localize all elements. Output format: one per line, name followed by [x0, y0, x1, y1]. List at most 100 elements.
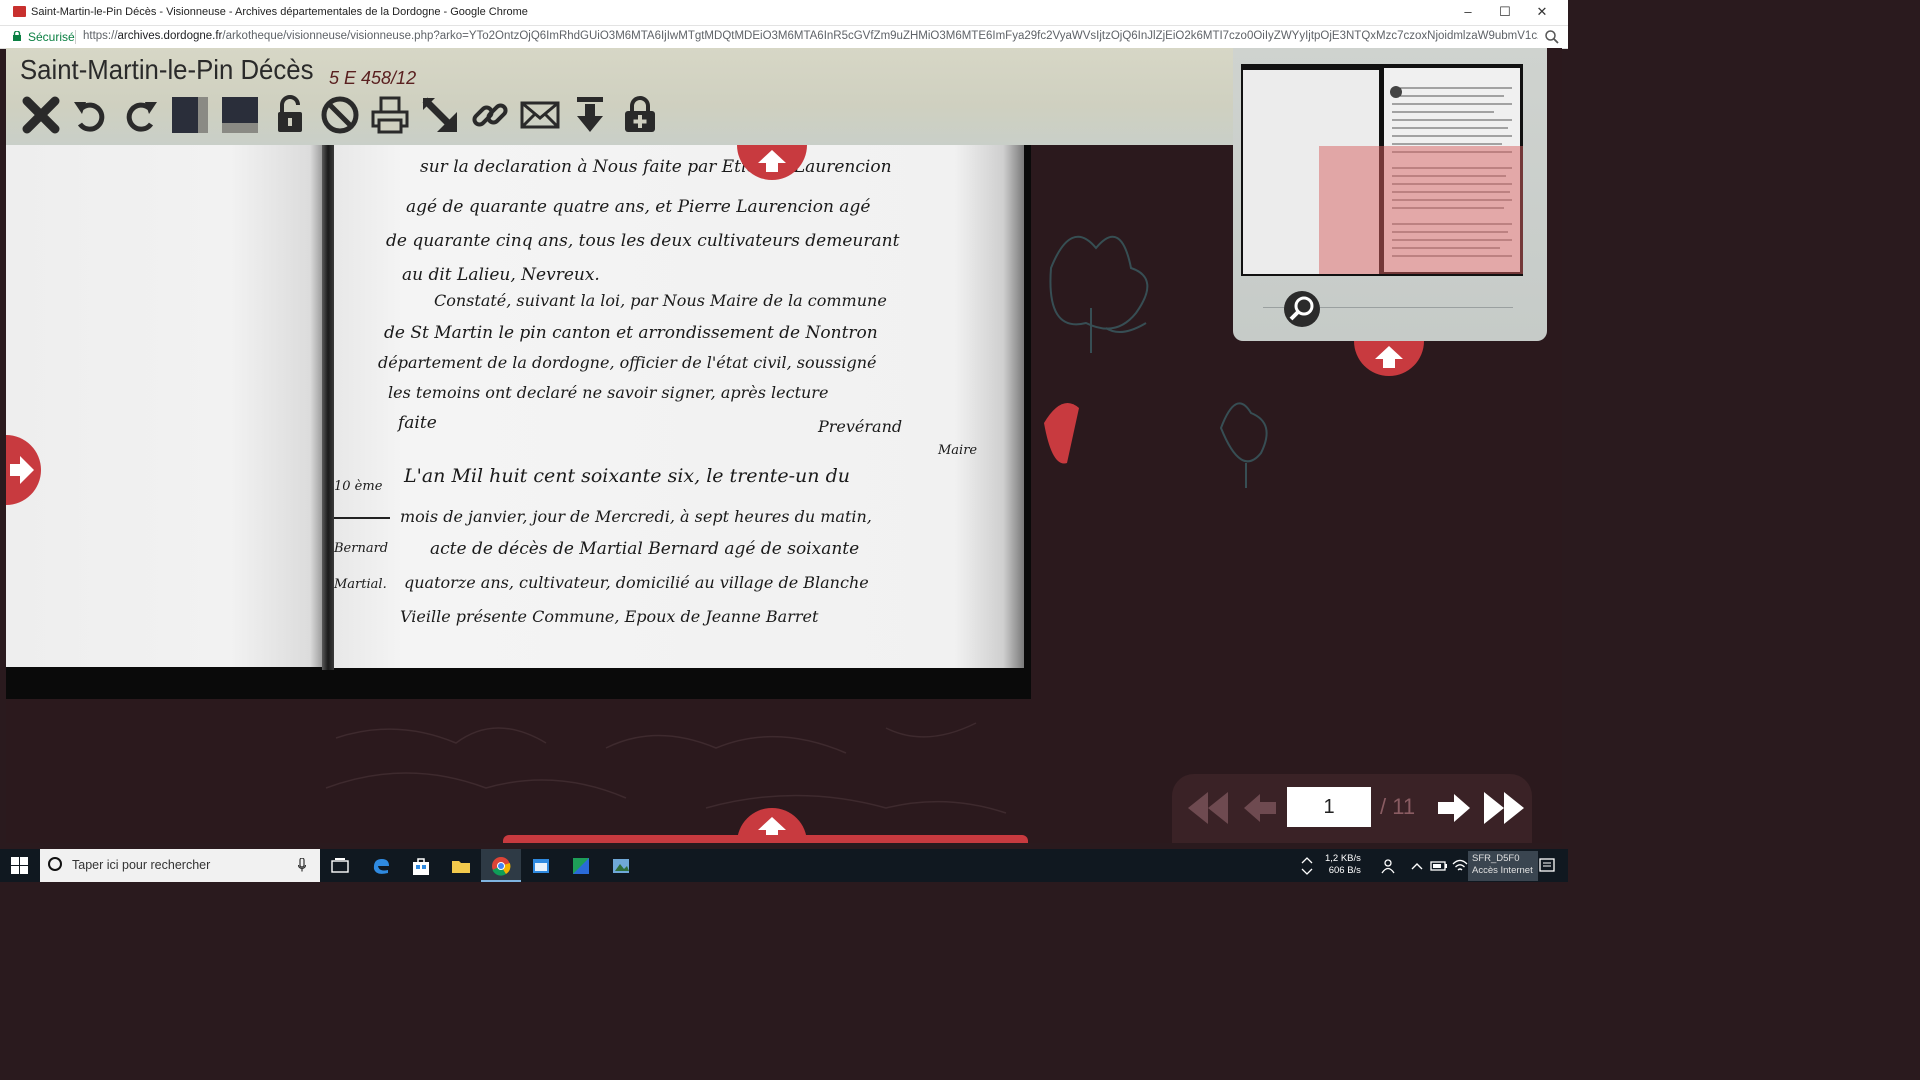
handwriting-line: de St Martin le pin canton et arrondisse…: [384, 323, 878, 343]
microphone-icon[interactable]: [298, 858, 306, 872]
url-text[interactable]: https://archives.dordogne.fr/arkotheque/…: [83, 30, 1538, 42]
window-titlebar: Saint-Martin-le-Pin Décès - Visionneuse …: [0, 0, 1568, 26]
handwriting-line: département de la dordogne, officier de …: [378, 353, 877, 372]
address-bar[interactable]: Sécurisé https://archives.dordogne.fr/ar…: [0, 26, 1568, 49]
edge-icon[interactable]: [370, 855, 392, 877]
close-window-button[interactable]: ✕: [1527, 3, 1557, 21]
margin-note: 10 ème: [334, 479, 383, 494]
document-image[interactable]: sur la declaration à Nous faite par Etie…: [6, 145, 1031, 699]
margin-note: Bernard: [334, 541, 389, 556]
handwriting-line: acte de décès de Martial Bernard agé de …: [430, 539, 860, 559]
url-scheme: https://: [83, 30, 118, 42]
pagination-bar: / 11: [1172, 774, 1532, 843]
handwriting-line: quatorze ans, cultivateur, domicilié au …: [404, 573, 869, 592]
rotate-right-button[interactable]: [119, 94, 161, 136]
first-page-icon[interactable]: [1188, 792, 1228, 824]
diagonal-arrow-icon: [422, 97, 457, 132]
handwriting-line: les temoins ont declaré ne savoir signer…: [388, 383, 829, 402]
page-total: / 11: [1380, 794, 1416, 819]
cortana-icon: [48, 857, 62, 871]
maximize-button[interactable]: ☐: [1490, 3, 1520, 21]
windows-start-icon[interactable]: [11, 857, 28, 874]
fullscreen-button[interactable]: [419, 94, 461, 136]
document-title: Saint-Martin-le-Pin Décès: [20, 54, 314, 85]
url-host: archives.dordogne.fr: [117, 30, 223, 42]
next-panel-arrow[interactable]: [6, 435, 46, 505]
network-speed: 1,2 KB/s 606 B/s: [1325, 853, 1361, 877]
notifications-icon[interactable]: [1538, 857, 1556, 875]
windows-taskbar: Taper ici pour rechercher 1,2 KB/s 606 B…: [0, 849, 1568, 882]
signature-name: Prevérand: [818, 417, 903, 436]
download-icon: [577, 97, 603, 132]
margin-note: Martial.: [334, 577, 387, 592]
link-button[interactable]: [469, 94, 511, 136]
magnifier-icon: [1289, 296, 1314, 321]
last-page-icon[interactable]: [1484, 792, 1524, 824]
book-gutter: [322, 145, 334, 670]
block-button[interactable]: [319, 94, 361, 136]
envelope-icon: [520, 101, 560, 129]
thumbnail-viewport-highlight[interactable]: [1319, 146, 1523, 274]
fit-height-button[interactable]: [169, 94, 211, 136]
no-entry-icon: [321, 96, 359, 134]
chevron-up-icon[interactable]: [1410, 860, 1424, 872]
active-task-indicator: [481, 880, 521, 882]
close-tool-button[interactable]: [20, 94, 62, 136]
left-page: [6, 145, 326, 667]
store-icon[interactable]: [410, 855, 432, 877]
handwriting-line: Constaté, suivant la loi, par Nous Maire…: [434, 291, 887, 310]
wifi-icon[interactable]: [1452, 858, 1468, 874]
fit-width-icon: [222, 97, 258, 133]
file-explorer-icon[interactable]: [450, 855, 472, 877]
page-number-input[interactable]: [1287, 787, 1371, 827]
download-button[interactable]: [569, 94, 611, 136]
handwriting-line: de quarante cinq ans, tous les deux cult…: [386, 231, 900, 251]
zoom-slider-handle[interactable]: [1284, 291, 1320, 327]
scroll-up-arrow[interactable]: [737, 145, 807, 180]
rotate-left-button[interactable]: [70, 94, 112, 136]
menu-strip: [503, 835, 1028, 843]
handwriting-line: faite: [398, 413, 437, 433]
next-page-icon[interactable]: [1438, 792, 1470, 824]
network-tooltip: SFR_D5F0 Accès Internet: [1468, 851, 1538, 881]
address-separator: [75, 30, 76, 44]
close-icon: [22, 96, 60, 134]
handwriting-line: agé de quarante quatre ans, et Pierre La…: [406, 197, 871, 217]
document-reference: 5 E 458/12: [329, 68, 417, 88]
rotate-left-icon: [74, 102, 105, 132]
secure-label: Sécurisé: [28, 30, 75, 44]
download-speed: 606 B/s: [1328, 865, 1361, 876]
handwriting-line: Vieille présente Commune, Epoux de Jeann…: [400, 607, 819, 626]
lock-icon: [13, 31, 21, 41]
fit-height-icon: [172, 97, 208, 133]
battery-icon[interactable]: [1430, 859, 1448, 873]
window-title: Saint-Martin-le-Pin Décès - Visionneuse …: [31, 6, 528, 18]
email-button[interactable]: [519, 94, 561, 136]
network-status: Accès Internet: [1472, 865, 1533, 876]
url-path: /arkotheque/visionneuse/visionneuse.php?…: [222, 30, 1538, 42]
scroll-up-arrow[interactable]: [1354, 341, 1424, 376]
previous-page-icon[interactable]: [1244, 792, 1276, 824]
secure-button[interactable]: [619, 94, 661, 136]
minimize-button[interactable]: –: [1453, 3, 1483, 21]
upload-speed: 1,2 KB/s: [1325, 853, 1361, 864]
app-window-icon[interactable]: [530, 855, 552, 877]
viewer-toolbar: Saint-Martin-le-Pin Décès 5 E 458/12: [6, 48, 1234, 145]
padlock-open-icon: [278, 95, 302, 132]
taskbar-search[interactable]: Taper ici pour rechercher: [40, 849, 320, 882]
search-placeholder: Taper ici pour rechercher: [72, 858, 211, 872]
favicon-icon: [13, 6, 26, 17]
lock-button[interactable]: [269, 94, 311, 136]
print-button[interactable]: [369, 94, 411, 136]
network-activity-icon: [1301, 857, 1313, 875]
thumbnail-image[interactable]: [1241, 64, 1523, 276]
chrome-icon[interactable]: [490, 855, 512, 877]
thumbnail-panel: [1233, 48, 1547, 341]
handwriting-line: mois de janvier, jour de Mercredi, à sep…: [400, 507, 872, 526]
media-app-icon[interactable]: [570, 855, 592, 877]
zoom-icon[interactable]: [1544, 29, 1560, 45]
people-icon[interactable]: [1380, 858, 1396, 874]
task-view-icon[interactable]: [329, 855, 351, 877]
fit-width-button[interactable]: [219, 94, 261, 136]
photo-app-icon[interactable]: [610, 855, 632, 877]
